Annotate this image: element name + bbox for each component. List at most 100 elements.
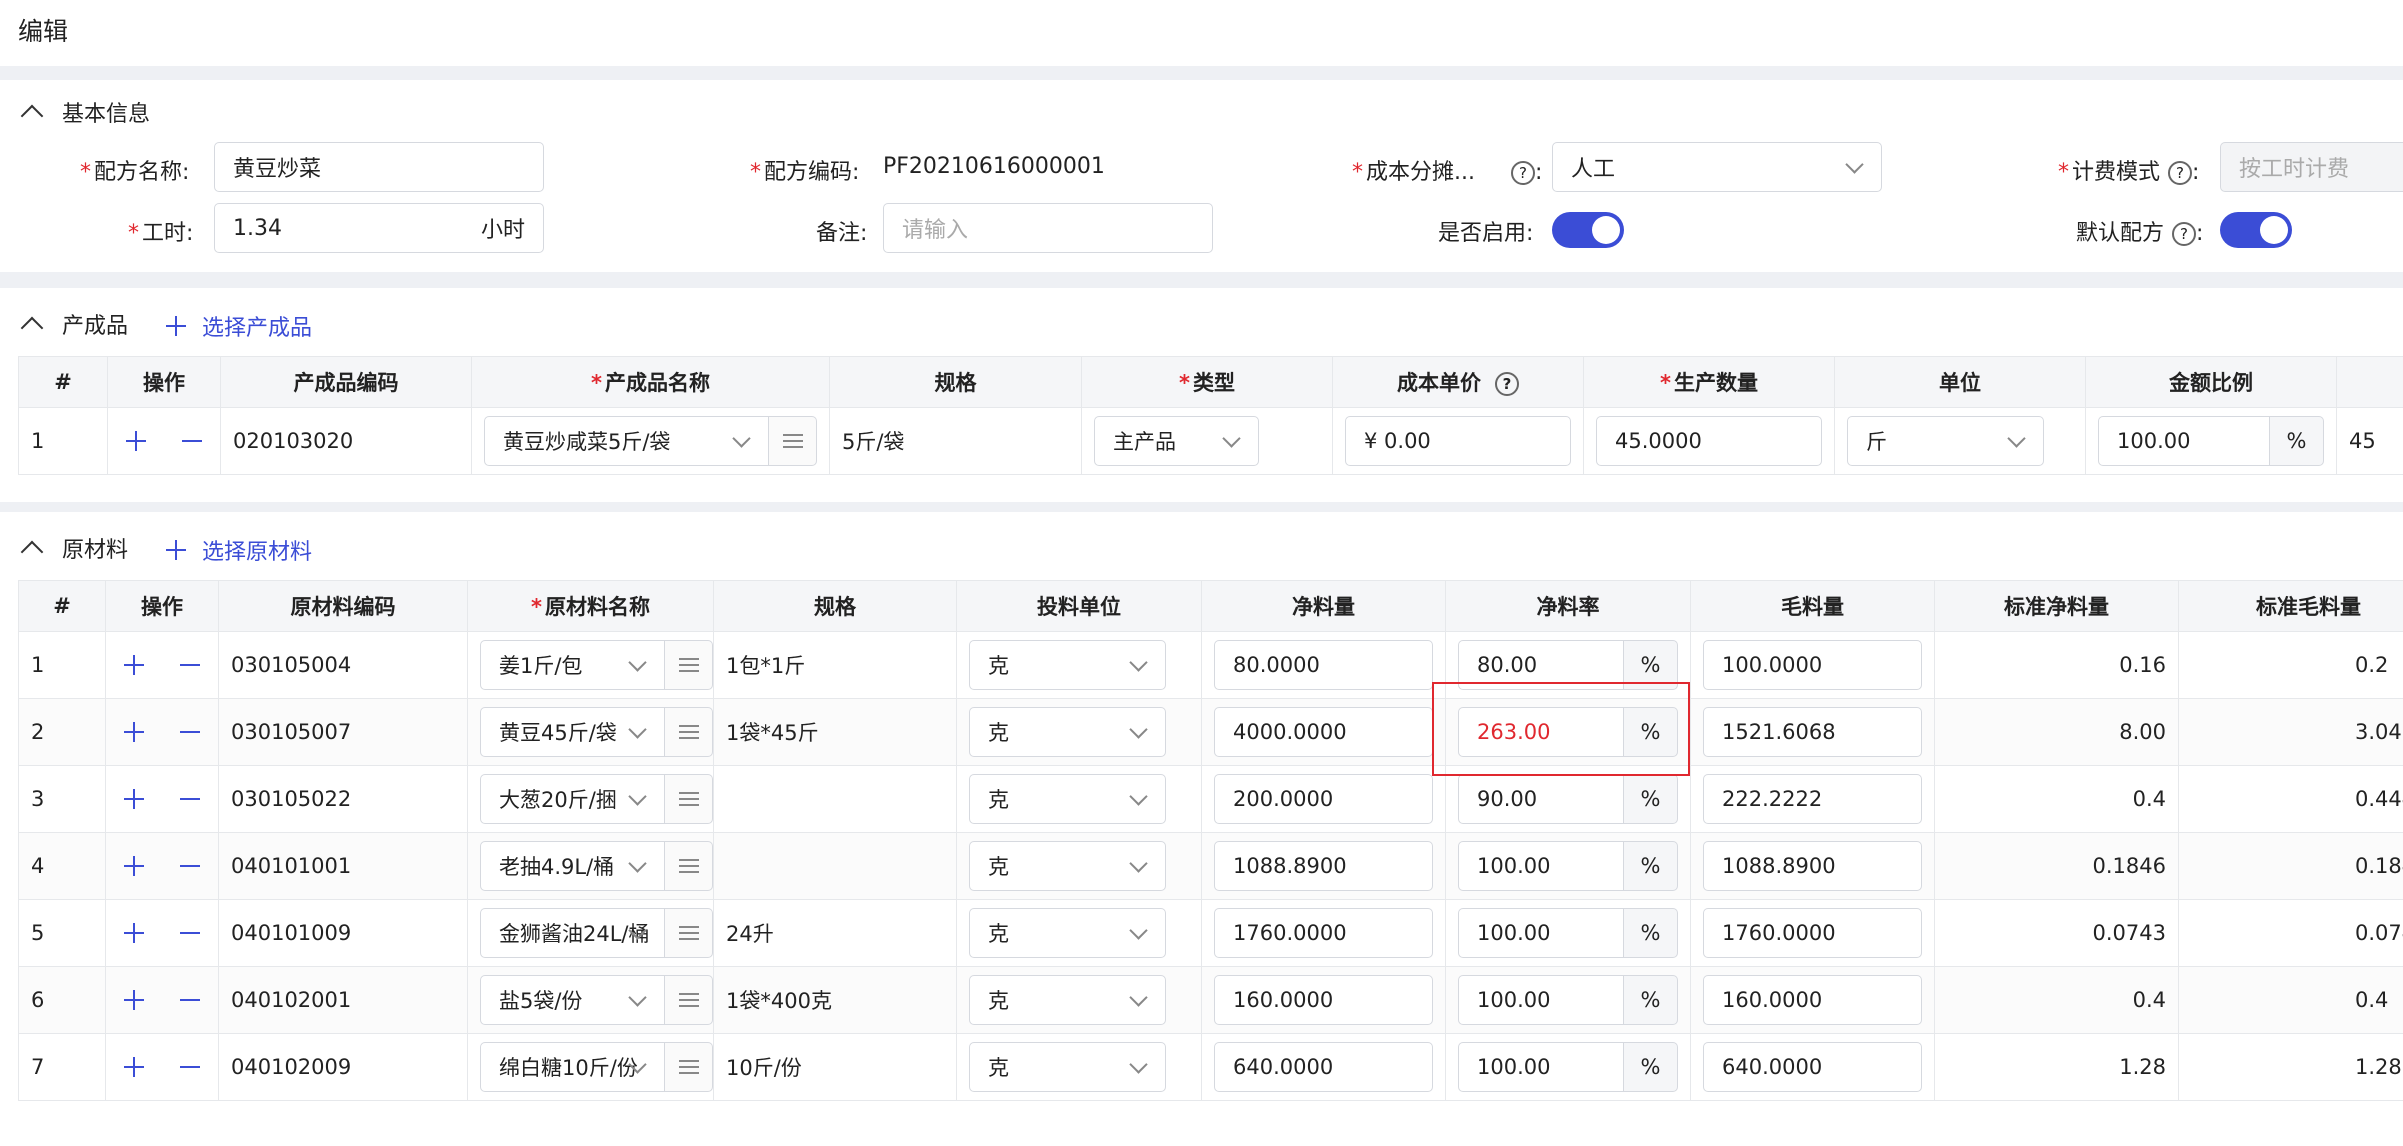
remove-row-icon[interactable]	[180, 856, 200, 876]
amount-ratio-input[interactable]: 100.00	[2098, 416, 2270, 466]
feed-unit-cell: 克	[956, 631, 1202, 699]
net-qty-input[interactable]: 200.0000	[1214, 774, 1433, 824]
gross-qty-input[interactable]: 160.0000	[1703, 975, 1922, 1025]
material-name-select[interactable]: 盐5袋/份	[480, 975, 665, 1025]
feed-unit-select[interactable]: 克	[969, 774, 1166, 824]
feed-unit-select[interactable]: 克	[969, 908, 1166, 958]
chevron-down-icon	[1845, 155, 1864, 174]
hours-input[interactable]: 1.34 小时	[214, 203, 544, 253]
help-icon[interactable]: ?	[1510, 161, 1535, 185]
percent-suffix: %	[1624, 1042, 1678, 1092]
filter-button[interactable]	[665, 975, 713, 1025]
basic-info-toggle[interactable]: 基本信息	[0, 92, 150, 132]
feed-unit-select[interactable]: 克	[969, 841, 1166, 891]
cost-alloc-select[interactable]: 人工	[1552, 142, 1882, 192]
material-name-select[interactable]: 绵白糖10斤/份	[480, 1042, 665, 1092]
remove-row-icon[interactable]	[182, 431, 202, 451]
material-spec: 10斤/份	[713, 1033, 957, 1101]
add-row-icon[interactable]	[124, 990, 144, 1010]
net-rate-input[interactable]: 100.00	[1458, 841, 1624, 891]
material-spec	[713, 765, 957, 833]
net-qty-input[interactable]: 80.0000	[1214, 640, 1433, 690]
remove-row-icon[interactable]	[180, 655, 200, 675]
product-type-select[interactable]: 主产品	[1094, 416, 1259, 466]
filter-button[interactable]	[665, 908, 713, 958]
table-row: 1 020103020 黄豆炒咸菜5斤/袋 5斤/袋 主产品 ¥ 0.00 45…	[18, 407, 2403, 475]
feed-unit-select[interactable]: 克	[969, 640, 1166, 690]
feed-unit-select[interactable]: 克	[969, 1042, 1166, 1092]
material-toggle[interactable]: 原材料	[0, 528, 128, 568]
filter-button[interactable]	[665, 1042, 713, 1092]
product-name-select[interactable]: 黄豆炒咸菜5斤/袋	[484, 416, 769, 466]
remove-row-icon[interactable]	[180, 990, 200, 1010]
remark-input[interactable]: 请输入	[883, 203, 1213, 253]
net-rate-cell: 100.00%	[1445, 832, 1691, 900]
gross-qty-input[interactable]: 1521.6068	[1703, 707, 1922, 757]
gross-qty-input[interactable]: 1088.8900	[1703, 841, 1922, 891]
remove-row-icon[interactable]	[180, 722, 200, 742]
filter-icon	[782, 432, 803, 450]
filter-button[interactable]	[665, 774, 713, 824]
add-row-icon[interactable]	[124, 856, 144, 876]
remove-row-icon[interactable]	[180, 1057, 200, 1077]
add-row-icon[interactable]	[124, 789, 144, 809]
gross-qty-input[interactable]: 1760.0000	[1703, 908, 1922, 958]
help-icon[interactable]: ?	[1495, 372, 1519, 396]
table-row: 3 030105022 大葱20斤/捆 克 200.0000 90.00% 22…	[18, 765, 2403, 833]
filter-button[interactable]	[769, 416, 817, 466]
add-row-icon[interactable]	[124, 1057, 144, 1077]
add-product-button[interactable]: 选择产成品	[166, 310, 312, 342]
product-header-row: # 操作 产成品编码 * 产成品名称 规格 * 类型 成本单价? * 生产数量 单位 …	[18, 356, 2403, 408]
filter-button[interactable]	[665, 640, 713, 690]
default-recipe-switch[interactable]	[2220, 212, 2292, 248]
unit-select[interactable]: 斤	[1847, 416, 2044, 466]
add-row-icon[interactable]	[124, 923, 144, 943]
feed-unit-select[interactable]: 克	[969, 707, 1166, 757]
unit-cost-input[interactable]: ¥ 0.00	[1345, 416, 1571, 466]
material-name-cell: 大葱20斤/捆	[467, 765, 714, 833]
material-name-select[interactable]: 金狮酱油24L/桶	[480, 908, 665, 958]
net-qty-input[interactable]: 4000.0000	[1214, 707, 1433, 757]
gross-qty-input[interactable]: 100.0000	[1703, 640, 1922, 690]
add-row-icon[interactable]	[124, 655, 144, 675]
net-qty-input[interactable]: 1760.0000	[1214, 908, 1433, 958]
net-rate-input[interactable]: 100.00	[1458, 975, 1624, 1025]
material-name-select[interactable]: 黄豆45斤/袋	[480, 707, 665, 757]
net-qty-input[interactable]: 160.0000	[1214, 975, 1433, 1025]
remove-row-icon[interactable]	[180, 789, 200, 809]
add-row-icon[interactable]	[124, 722, 144, 742]
material-name-select[interactable]: 大葱20斤/捆	[480, 774, 665, 824]
gross-qty-input[interactable]: 222.2222	[1703, 774, 1922, 824]
gross-qty-cell: 1760.0000	[1690, 899, 1935, 967]
feed-unit-select[interactable]: 克	[969, 975, 1166, 1025]
material-name-select[interactable]: 老抽4.9L/桶	[480, 841, 665, 891]
recipe-name-input[interactable]: 黄豆炒菜	[214, 142, 544, 192]
net-rate-input[interactable]: 100.00	[1458, 1042, 1624, 1092]
filter-button[interactable]	[665, 707, 713, 757]
net-qty-input[interactable]: 1088.8900	[1214, 841, 1433, 891]
material-name-select[interactable]: 姜1斤/包	[480, 640, 665, 690]
net-rate-input[interactable]: 90.00	[1458, 774, 1624, 824]
net-rate-input[interactable]: 100.00	[1458, 908, 1624, 958]
help-icon[interactable]: ?	[2168, 161, 2193, 185]
net-qty-cell: 1760.0000	[1201, 899, 1446, 967]
filter-button[interactable]	[665, 841, 713, 891]
add-material-button[interactable]: 选择原材料	[166, 534, 312, 566]
row-ops	[105, 832, 219, 900]
help-icon[interactable]: ?	[2172, 222, 2197, 246]
enabled-switch[interactable]	[1552, 212, 1624, 248]
gross-qty-input[interactable]: 640.0000	[1703, 1042, 1922, 1092]
add-row-icon[interactable]	[126, 431, 146, 451]
default-recipe-label: 默认配方?:	[2076, 221, 2204, 246]
percent-suffix: %	[1624, 774, 1678, 824]
chevron-up-icon	[20, 316, 44, 340]
remark-label: 备注:	[816, 221, 868, 246]
remove-row-icon[interactable]	[180, 923, 200, 943]
product-toggle[interactable]: 产成品	[0, 304, 128, 344]
percent-suffix: %	[1624, 908, 1678, 958]
net-qty-input[interactable]: 640.0000	[1214, 1042, 1433, 1092]
prod-qty-input[interactable]: 45.0000	[1596, 416, 1822, 466]
recipe-name-label: * 配方名称:	[80, 160, 190, 185]
filter-icon	[678, 790, 699, 808]
feed-unit-cell: 克	[956, 832, 1202, 900]
